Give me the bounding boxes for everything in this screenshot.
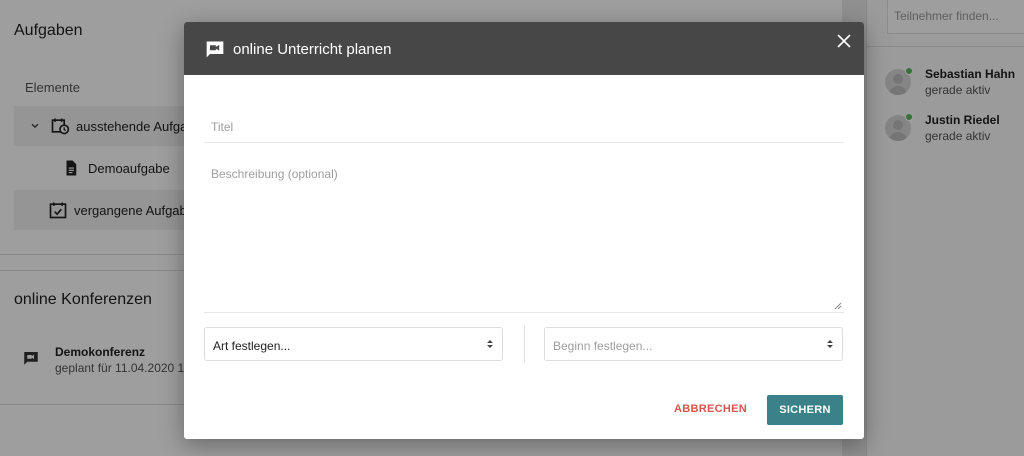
description-placeholder: Beschreibung (optional) <box>211 167 338 181</box>
video-chat-icon <box>206 41 224 58</box>
plan-lesson-dialog: online Unterricht planen Titel Beschreib… <box>184 22 864 439</box>
select-arrows-icon <box>487 340 493 348</box>
title-input[interactable]: Titel <box>204 109 844 143</box>
dialog-header: online Unterricht planen <box>184 22 864 75</box>
description-textarea[interactable]: Beschreibung (optional) <box>204 157 844 313</box>
type-select[interactable]: Art festlegen... <box>204 327 503 361</box>
start-select[interactable]: Beginn festlegen... <box>544 327 843 361</box>
resize-handle-icon[interactable] <box>834 302 842 310</box>
start-select-value: Beginn festlegen... <box>553 339 653 353</box>
save-button[interactable]: SICHERN <box>767 395 843 425</box>
select-arrows-icon <box>827 340 833 348</box>
dialog-title: online Unterricht planen <box>233 41 392 58</box>
select-divider <box>524 325 525 363</box>
type-select-value: Art festlegen... <box>213 339 291 353</box>
close-icon[interactable] <box>836 33 852 49</box>
cancel-button[interactable]: ABBRECHEN <box>674 403 747 415</box>
